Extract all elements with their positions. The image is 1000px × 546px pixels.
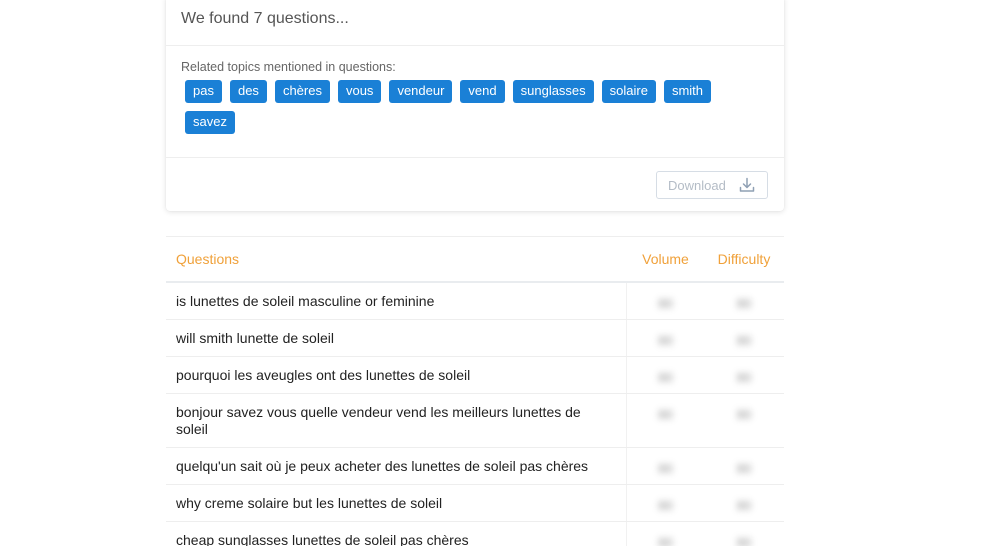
difficulty-cell: 80 (704, 485, 784, 521)
topic-tag-savez[interactable]: savez (185, 111, 235, 134)
related-topics-label: Related topics mentioned in questions: (181, 60, 396, 74)
download-icon (739, 177, 755, 193)
question-cell[interactable]: cheap sunglasses lunettes de soleil pas … (166, 522, 627, 546)
topic-tags: pas des chères vous vendeur vend sunglas… (181, 80, 741, 134)
questions-table: Questions Volume Difficulty is lunettes … (166, 236, 784, 546)
volume-cell: 80 (627, 283, 704, 319)
table-row: bonjour savez vous quelle vendeur vend l… (166, 394, 784, 448)
related-topics-section: Related topics mentioned in questions: p… (166, 46, 784, 158)
difficulty-value: 80 (736, 535, 752, 546)
difficulty-value: 80 (736, 333, 752, 348)
topic-tag-solaire[interactable]: solaire (601, 80, 656, 103)
table-row: will smith lunette de soleil 80 80 (166, 320, 784, 357)
topic-tag-des[interactable]: des (229, 80, 267, 103)
table-row: pourquoi les aveugles ont des lunettes d… (166, 357, 784, 394)
table-header: Questions Volume Difficulty (166, 237, 784, 283)
difficulty-cell: 80 (704, 357, 784, 393)
difficulty-value: 80 (736, 498, 752, 513)
question-cell[interactable]: why creme solaire but les lunettes de so… (166, 485, 627, 521)
question-cell[interactable]: pourquoi les aveugles ont des lunettes d… (166, 357, 627, 393)
topic-tag-vous[interactable]: vous (337, 80, 382, 103)
volume-value: 80 (658, 370, 673, 385)
question-cell[interactable]: quelqu'un sait où je peux acheter des lu… (166, 448, 627, 484)
volume-value: 80 (658, 461, 673, 476)
volume-value: 80 (658, 498, 673, 513)
difficulty-column-header[interactable]: Difficulty (704, 251, 784, 267)
volume-cell: 80 (627, 448, 704, 484)
download-label: Download (668, 177, 726, 193)
difficulty-cell: 80 (704, 320, 784, 356)
questions-column-header[interactable]: Questions (166, 251, 627, 267)
difficulty-cell: 80 (704, 283, 784, 319)
table-row: quelqu'un sait où je peux acheter des lu… (166, 448, 784, 485)
volume-cell: 80 (627, 522, 704, 546)
topic-tag-cheres[interactable]: chères (274, 80, 330, 103)
difficulty-value: 80 (736, 370, 752, 385)
topic-tag-sunglasses[interactable]: sunglasses (512, 80, 594, 103)
card-footer: Download (166, 158, 784, 210)
difficulty-value: 80 (736, 407, 752, 422)
difficulty-cell: 80 (704, 448, 784, 484)
question-cell[interactable]: bonjour savez vous quelle vendeur vend l… (166, 394, 627, 447)
difficulty-value: 80 (736, 296, 752, 311)
table-row: why creme solaire but les lunettes de so… (166, 485, 784, 522)
difficulty-value: 80 (736, 461, 752, 476)
results-summary: We found 7 questions... (166, 0, 784, 46)
question-cell[interactable]: will smith lunette de soleil (166, 320, 627, 356)
volume-value: 80 (658, 296, 673, 311)
volume-value: 80 (658, 333, 673, 348)
volume-cell: 80 (627, 357, 704, 393)
download-button[interactable]: Download (656, 171, 768, 199)
volume-column-header[interactable]: Volume (627, 251, 704, 267)
topic-tag-pas[interactable]: pas (185, 80, 222, 103)
topic-tag-smith[interactable]: smith (663, 80, 712, 103)
question-cell[interactable]: is lunettes de soleil masculine or femin… (166, 283, 627, 319)
volume-cell: 80 (627, 320, 704, 356)
topic-tag-vend[interactable]: vend (460, 80, 505, 103)
volume-cell: 80 (627, 485, 704, 521)
volume-value: 80 (658, 535, 673, 546)
topic-tag-vendeur[interactable]: vendeur (389, 80, 453, 103)
results-card: We found 7 questions... Related topics m… (166, 0, 784, 211)
volume-value: 80 (658, 407, 673, 422)
table-row: cheap sunglasses lunettes de soleil pas … (166, 522, 784, 546)
table-row: is lunettes de soleil masculine or femin… (166, 283, 784, 320)
volume-cell: 80 (627, 394, 704, 447)
difficulty-cell: 80 (704, 394, 784, 447)
difficulty-cell: 80 (704, 522, 784, 546)
